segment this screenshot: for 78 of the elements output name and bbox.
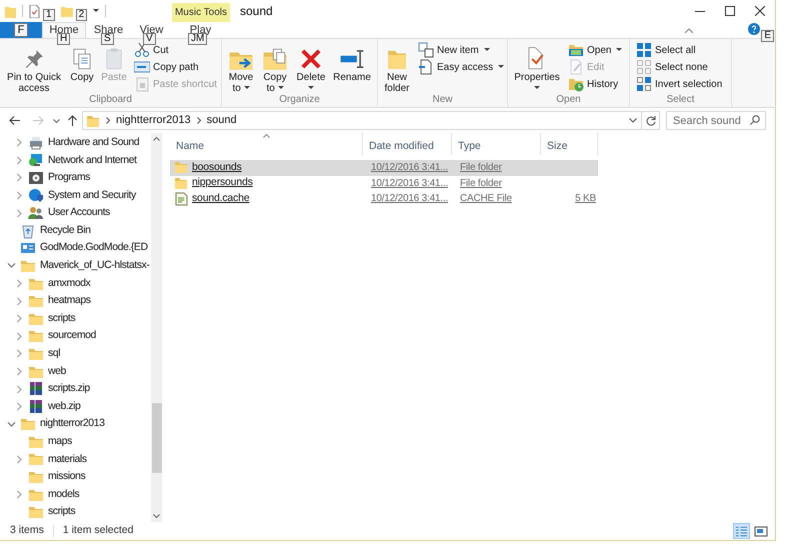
breadcrumb[interactable]: nightterror2013 bbox=[116, 112, 191, 129]
tree-item[interactable]: GodMode.GodMode.{ED bbox=[0, 240, 151, 258]
file-tab[interactable]: F bbox=[0, 22, 42, 38]
address-bar[interactable]: nightterror2013 sound bbox=[82, 111, 642, 130]
table-cell-text: 10/12/2016 3:41... bbox=[371, 192, 448, 206]
tree-item[interactable]: Recycle Bin bbox=[0, 222, 151, 240]
ribbon-button[interactable]: Copy bbox=[67, 46, 97, 83]
window-title: sound bbox=[240, 3, 273, 20]
search-field[interactable]: Search sound bbox=[666, 111, 766, 130]
tree-item[interactable]: heatmaps bbox=[0, 292, 151, 310]
group-label: Organize bbox=[278, 94, 321, 107]
tree-item[interactable]: User Accounts bbox=[0, 204, 151, 222]
tree-item[interactable]: web.zip bbox=[0, 398, 151, 416]
tree-item[interactable]: models bbox=[0, 486, 151, 504]
tree-item[interactable]: Network and Internet bbox=[0, 152, 151, 170]
ribbon-button[interactable]: Copy path bbox=[134, 59, 217, 75]
table-cell-text: File folder bbox=[460, 161, 502, 176]
column-header[interactable]: Size bbox=[541, 133, 598, 155]
tree-item[interactable]: Programs bbox=[0, 169, 151, 187]
group-label: Select bbox=[666, 94, 696, 107]
tree-item[interactable]: web bbox=[0, 362, 151, 380]
column-header[interactable]: Date modified bbox=[363, 133, 452, 155]
column-header[interactable]: Name bbox=[170, 133, 363, 155]
group-label: Open bbox=[555, 94, 582, 107]
keytip: H bbox=[57, 33, 70, 45]
ribbon-button[interactable]: Invert selection bbox=[636, 76, 722, 92]
ribbon-button[interactable]: Select all bbox=[636, 42, 722, 58]
tree-item[interactable]: scripts bbox=[0, 503, 151, 522]
file-row[interactable]: sound.cache 10/12/2016 3:41... CACHE File 5 KB bbox=[170, 191, 598, 206]
ribbon-button[interactable]: Rename bbox=[331, 46, 373, 83]
contextual-tab-group: Music Tools bbox=[172, 3, 230, 22]
breadcrumb[interactable]: sound bbox=[206, 112, 237, 129]
ribbon-button[interactable]: Open bbox=[568, 42, 622, 58]
table-cell-text: 10/12/2016 3:41... bbox=[371, 176, 448, 191]
ribbon-button[interactable]: Easy access bbox=[418, 59, 504, 75]
ribbon-button[interactable]: Properties bbox=[511, 46, 563, 94]
group-label: Clipboard bbox=[88, 94, 133, 107]
table-cell-text: CACHE File bbox=[460, 192, 512, 206]
table-cell-text: nippersounds bbox=[192, 175, 253, 190]
table-cell-text: 5 KB bbox=[575, 192, 596, 206]
table-cell-text: File folder bbox=[460, 176, 502, 191]
tree-item[interactable]: sql bbox=[0, 345, 151, 363]
keytip: 1 bbox=[43, 9, 55, 21]
keytip: V bbox=[143, 33, 156, 45]
tree-item[interactable]: nightterror2013 bbox=[0, 416, 151, 434]
ribbon-button[interactable]: New folder bbox=[381, 46, 413, 94]
ribbon-button[interactable]: Select none bbox=[636, 59, 722, 75]
ribbon-button[interactable]: Pin to Quick access bbox=[3, 46, 65, 94]
ribbon-button[interactable]: History bbox=[568, 76, 622, 92]
table-cell-text: sound.cache bbox=[192, 190, 250, 206]
keytip: E bbox=[761, 30, 774, 42]
table-cell-text: 10/12/2016 3:41... bbox=[371, 161, 448, 176]
status-text: 1 item selected bbox=[62, 523, 134, 538]
tree-item[interactable]: System and Security bbox=[0, 186, 151, 204]
ribbon-button[interactable]: Move to bbox=[225, 46, 257, 94]
tree-item[interactable]: Maverick_of_UC-hlstatsx- bbox=[0, 257, 151, 275]
status-text: 3 items bbox=[9, 523, 45, 538]
ribbon-button[interactable]: Copy to bbox=[259, 46, 291, 94]
ribbon-button[interactable]: New item bbox=[418, 42, 504, 58]
tree-item[interactable]: scripts bbox=[0, 310, 151, 328]
tree-item[interactable]: materials bbox=[0, 450, 151, 468]
tree-item[interactable]: maps bbox=[0, 433, 151, 451]
file-row[interactable]: boosounds 10/12/2016 3:41... File folder bbox=[170, 160, 598, 176]
file-row[interactable]: nippersounds 10/12/2016 3:41... File folder bbox=[170, 176, 598, 191]
table-cell-text: boosounds bbox=[192, 160, 242, 175]
keytip: S bbox=[101, 33, 114, 45]
keytip: F bbox=[14, 23, 28, 37]
keytip: JM bbox=[188, 33, 208, 45]
ribbon-button[interactable]: Delete bbox=[293, 46, 329, 94]
column-header[interactable]: Type bbox=[452, 133, 541, 155]
keytip: 2 bbox=[76, 9, 88, 21]
tree-item[interactable]: amxmodx bbox=[0, 274, 151, 292]
tree-item[interactable]: missions bbox=[0, 468, 151, 486]
tree-item[interactable]: Hardware and Sound bbox=[0, 134, 151, 152]
group-label: New bbox=[431, 94, 454, 107]
tree-item[interactable]: sourcemod bbox=[0, 328, 151, 346]
tree-item[interactable]: scripts.zip bbox=[0, 380, 151, 398]
ribbon-button[interactable]: Cut bbox=[134, 42, 217, 58]
